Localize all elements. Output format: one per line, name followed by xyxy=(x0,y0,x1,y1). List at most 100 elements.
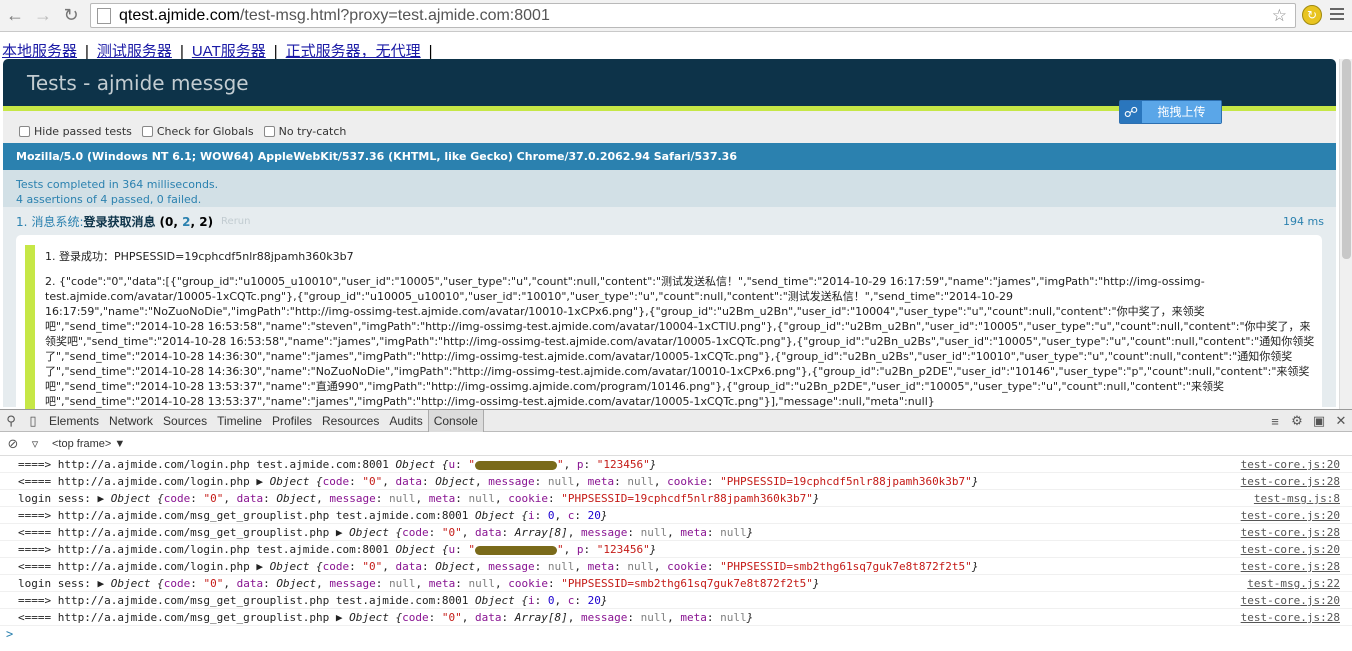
console-token: : xyxy=(583,458,597,471)
bookmark-star-icon[interactable]: ☆ xyxy=(1272,6,1287,26)
console-token: "PHPSESSID=smb2thg61sq7guk7e8t872f2t5" xyxy=(561,577,813,590)
console-token: : xyxy=(349,560,363,573)
console-token: : xyxy=(375,577,389,590)
hide-passed-checkbox[interactable]: Hide passed tests xyxy=(19,119,132,143)
link-uat-server[interactable]: UAT服务器 xyxy=(192,43,266,60)
console-token: "PHPSESSID=19cphcdf5nlr88jpamh360k3b7" xyxy=(720,475,972,488)
source-link[interactable]: test-core.js:28 xyxy=(1241,473,1340,490)
console-token: message xyxy=(488,475,535,488)
console-token: : xyxy=(190,577,204,590)
source-link[interactable]: test-core.js:28 xyxy=(1241,524,1340,541)
link-local-server[interactable]: 本地服务器 xyxy=(2,43,77,60)
clear-console-icon[interactable]: ⊘ xyxy=(2,433,24,455)
source-link[interactable]: test-core.js:28 xyxy=(1241,558,1340,575)
reload-icon[interactable]: ↻ xyxy=(58,3,84,29)
tab-resources[interactable]: Resources xyxy=(317,410,384,432)
console-token: } xyxy=(600,509,608,522)
frame-select[interactable]: <top frame> ▼ xyxy=(52,438,125,450)
console-token: "123456" xyxy=(596,543,650,556)
console-token: " xyxy=(556,543,564,556)
console-row: <==== http://a.ajmide.com/msg_get_groupl… xyxy=(0,609,1352,626)
forward-icon[interactable]: → xyxy=(30,3,56,29)
source-link[interactable]: test-core.js:20 xyxy=(1241,507,1340,524)
tab-sources[interactable]: Sources xyxy=(158,410,212,432)
source-link[interactable]: test-core.js:20 xyxy=(1241,456,1340,473)
page-scrollbar[interactable] xyxy=(1339,59,1352,409)
test-title[interactable]: 1. 消息系统: 登录获取消息 (0, 2, 2) Rerun xyxy=(16,213,1323,230)
rerun-link[interactable]: Rerun xyxy=(221,216,250,227)
console-token: : xyxy=(534,509,548,522)
console-token: code xyxy=(402,611,429,624)
source-link[interactable]: test-core.js:28 xyxy=(1241,609,1340,626)
source-link[interactable]: test-core.js:20 xyxy=(1241,541,1340,558)
tab-profiles[interactable]: Profiles xyxy=(267,410,317,432)
console-token: : xyxy=(706,475,721,488)
user-agent: Mozilla/5.0 (Windows NT 6.1; WOW64) Appl… xyxy=(3,143,1336,170)
console-token: data xyxy=(395,475,423,488)
source-link[interactable]: test-core.js:20 xyxy=(1241,592,1340,609)
tab-audits[interactable]: Audits xyxy=(384,410,427,432)
console-row: ====> http://a.ajmide.com/msg_get_groupl… xyxy=(0,507,1352,524)
console-row: <==== http://a.ajmide.com/login.php ▶ Ob… xyxy=(0,473,1352,490)
assertion-item: 2. {"code":"0","data":[{"group_id":"u100… xyxy=(45,275,1315,408)
console-token: , xyxy=(223,492,237,505)
console-token: Array[8] xyxy=(514,526,568,539)
check-globals-checkbox[interactable]: Check for Globals xyxy=(141,119,254,143)
menu-icon[interactable] xyxy=(1330,8,1344,23)
console-token: : xyxy=(574,509,588,522)
console-token: code xyxy=(322,560,350,573)
console-token: : xyxy=(422,560,436,573)
tab-elements[interactable]: Elements xyxy=(44,410,104,432)
console-prompt[interactable]: > xyxy=(0,626,1352,643)
console-token: Object { xyxy=(349,526,403,539)
console-token: ▶ xyxy=(256,475,270,488)
page-title[interactable]: Tests - ajmide messge xyxy=(3,59,1336,106)
console-token: , xyxy=(653,475,668,488)
no-try-catch-checkbox[interactable]: No try-catch xyxy=(263,119,346,143)
result-assertions: 4 assertions of 4 passed, 0 failed. xyxy=(16,193,202,206)
console-token: : xyxy=(534,594,548,607)
result-time: Tests completed in 364 milliseconds. xyxy=(16,178,219,191)
console-token: } xyxy=(649,543,657,556)
close-icon[interactable]: ✕ xyxy=(1330,410,1352,432)
console-token: "0" xyxy=(203,492,224,505)
address-bar[interactable]: qtest.ajmide.com /test-msg.html?proxy=te… xyxy=(90,3,1296,28)
console-token: null xyxy=(640,611,668,624)
device-icon[interactable]: ▯ xyxy=(22,410,44,432)
show-drawer-icon[interactable]: ≡ xyxy=(1264,410,1286,432)
link-prod-server[interactable]: 正式服务器，无代理 xyxy=(286,43,421,60)
test-result-summary: Tests completed in 364 milliseconds. 4 a… xyxy=(3,170,1336,207)
gear-icon[interactable]: ⚙ xyxy=(1286,410,1308,432)
console-token: , xyxy=(475,560,489,573)
console-token: Object { xyxy=(269,475,323,488)
console-token: Array[8] xyxy=(514,611,568,624)
console-token: null xyxy=(627,560,654,573)
console-token: : xyxy=(501,526,515,539)
console-token: } xyxy=(971,560,979,573)
console-token: "PHPSESSID=19cphcdf5nlr88jpamh360k3b7" xyxy=(561,492,813,505)
console-token: : xyxy=(547,492,562,505)
tab-network[interactable]: Network xyxy=(104,410,158,432)
drag-upload-button[interactable]: ☍ 拖拽上传 xyxy=(1119,100,1222,124)
back-icon[interactable]: ← xyxy=(2,3,28,29)
tab-timeline[interactable]: Timeline xyxy=(212,410,267,432)
link-test-server[interactable]: 测试服务器 xyxy=(97,43,172,60)
filter-icon[interactable]: ▿ xyxy=(24,433,46,455)
console-token: , xyxy=(461,611,475,624)
console-token: : xyxy=(422,475,436,488)
dock-icon[interactable]: ▣ xyxy=(1308,410,1330,432)
source-link[interactable]: test-msg.js:22 xyxy=(1247,575,1340,592)
console-token: message xyxy=(488,560,535,573)
console-token: null xyxy=(547,475,575,488)
url-path: /test-msg.html?proxy=test.ajmide.com:800… xyxy=(239,6,550,24)
extension-icon[interactable]: ↻ xyxy=(1302,5,1322,25)
console-token: message xyxy=(580,526,628,539)
devtools-actions: ≡ ⚙ ▣ ✕ xyxy=(1264,410,1352,432)
console-text: <==== http://a.ajmide.com/login.php xyxy=(18,475,257,488)
console-token: : xyxy=(428,611,442,624)
search-icon[interactable]: ⚲ xyxy=(0,410,22,432)
console-row: ====> http://a.ajmide.com/login.php test… xyxy=(0,456,1352,473)
console-token: null xyxy=(388,577,416,590)
tab-console[interactable]: Console xyxy=(427,409,484,432)
source-link[interactable]: test-msg.js:8 xyxy=(1254,490,1340,507)
